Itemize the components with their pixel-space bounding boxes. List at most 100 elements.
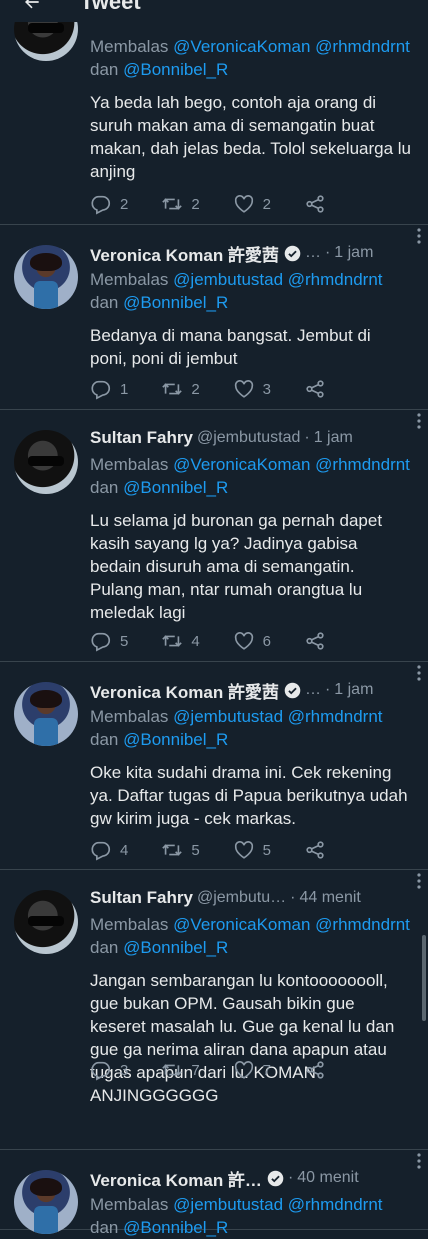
share-button[interactable] — [304, 193, 370, 215]
replying-to: Membalas @jembutustad @rhmdndrnt dan @Bo… — [90, 705, 412, 751]
like-icon — [234, 1061, 253, 1079]
mention-link[interactable]: @rhmdndrnt — [315, 37, 410, 56]
avatar[interactable] — [14, 430, 78, 494]
author-row: Veronica Koman 許… · 40 menit — [90, 1165, 412, 1191]
hair-graphic — [30, 690, 62, 708]
retweet-button[interactable]: 2 — [161, 378, 227, 400]
mention-link[interactable]: @Bonnibel_R — [123, 730, 228, 749]
and-word: dan — [90, 938, 119, 957]
tweet-content: Membalas @VeronicaKoman @rhmdndrnt dan @… — [90, 33, 412, 183]
retweet-icon — [162, 1064, 183, 1076]
author-name[interactable]: Veronica Koman 許… — [90, 1166, 262, 1191]
tweet-text: Oke kita sudahi drama ini. Cek rekening … — [90, 763, 408, 828]
retweet-button[interactable]: 4 — [161, 630, 227, 652]
author-handle[interactable]: @jembutu… — [197, 889, 286, 907]
tweet[interactable]: Sultan Fahry @jembutu… · 44 menit Membalas @… — [0, 870, 428, 1150]
reply-button[interactable]: 4 — [90, 839, 156, 861]
tweet[interactable]: Veronica Koman 許愛茜 … · 1 jam Membalas @jembu… — [0, 225, 428, 410]
author-name[interactable]: Sultan Fahry — [90, 888, 193, 908]
mention-link[interactable]: @Bonnibel_R — [123, 478, 228, 497]
mention-link[interactable]: @rhmdndrnt — [315, 915, 410, 934]
avatar[interactable] — [14, 890, 78, 954]
and-word: dan — [90, 60, 119, 79]
timestamp[interactable]: 1 jam — [314, 429, 353, 447]
author-handle[interactable]: @jembutustad — [197, 429, 300, 447]
like-icon — [234, 632, 253, 650]
verified-badge-icon — [284, 245, 301, 261]
retweet-button[interactable]: 7 — [161, 1059, 227, 1081]
reply-button[interactable]: 2 — [90, 193, 156, 215]
retweet-count: 2 — [191, 380, 200, 398]
separator-dot: · — [324, 244, 331, 261]
mention-link[interactable]: @rhmdndrnt — [315, 455, 410, 474]
avatar[interactable] — [14, 1170, 78, 1234]
retweet-button[interactable]: 2 — [161, 193, 227, 215]
like-button[interactable]: 6 — [233, 630, 299, 652]
mention-link[interactable]: @VeronicaKoman — [173, 455, 310, 474]
author-name[interactable]: Sultan Fahry — [90, 428, 193, 448]
mention-link[interactable]: @Bonnibel_R — [123, 938, 228, 957]
timestamp[interactable]: 44 menit — [299, 889, 360, 907]
tweet[interactable]: Membalas @VeronicaKoman @rhmdndrnt dan @… — [0, 0, 428, 225]
timestamp[interactable]: 40 menit — [297, 1169, 358, 1187]
avatar[interactable] — [14, 682, 78, 746]
like-button[interactable]: 3 — [233, 378, 299, 400]
sunglasses-graphic — [28, 916, 64, 926]
mention-link[interactable]: @VeronicaKoman — [173, 37, 310, 56]
like-icon — [234, 380, 253, 398]
reply-button[interactable]: 3 — [90, 1059, 156, 1081]
mention-link[interactable]: @rhmdndrnt — [288, 707, 383, 726]
author-handle[interactable]: … — [305, 244, 321, 262]
mention-link[interactable]: @rhmdndrnt — [288, 1195, 383, 1214]
reply-button[interactable]: 5 — [90, 630, 156, 652]
tweet[interactable]: Veronica Koman 許愛茜 … · 1 jam Membalas @jembu… — [0, 662, 428, 870]
timestamp[interactable]: 1 jam — [334, 244, 373, 262]
top-bar: Tweet — [0, 0, 428, 22]
author-handle[interactable]: … — [305, 681, 321, 699]
retweet-count: 5 — [191, 841, 200, 859]
separator-dot: · — [287, 1169, 294, 1186]
mention-link[interactable]: @jembutustad — [173, 707, 283, 726]
like-count: 7 — [262, 1061, 271, 1079]
replying-label: Membalas — [90, 37, 169, 56]
tweet[interactable]: Sultan Fahry @jembutustad · 1 jam Membalas @… — [0, 410, 428, 662]
more-options-icon[interactable] — [416, 227, 422, 245]
more-options-icon[interactable] — [416, 412, 422, 430]
retweet-count: 2 — [191, 195, 200, 213]
avatar[interactable] — [14, 245, 78, 309]
reply-button[interactable]: 1 — [90, 378, 156, 400]
share-button[interactable] — [304, 378, 370, 400]
more-options-icon[interactable] — [416, 872, 422, 890]
retweet-count: 7 — [191, 1061, 200, 1079]
replying-to: Membalas @VeronicaKoman @rhmdndrnt dan @… — [90, 453, 412, 499]
share-button[interactable] — [304, 1059, 370, 1081]
like-button[interactable]: 5 — [233, 839, 299, 861]
scrollbar[interactable] — [422, 935, 426, 1021]
retweet-count: 4 — [191, 632, 200, 650]
and-word: dan — [90, 730, 119, 749]
retweet-button[interactable]: 5 — [161, 839, 227, 861]
mention-link[interactable]: @VeronicaKoman — [173, 915, 310, 934]
more-options-icon[interactable] — [416, 1152, 422, 1170]
mention-link[interactable]: @rhmdndrnt — [288, 270, 383, 289]
timestamp[interactable]: 1 jam — [334, 681, 373, 699]
mention-link[interactable]: @Bonnibel_R — [123, 293, 228, 312]
author-name[interactable]: Veronica Koman 許愛茜 — [90, 678, 279, 703]
mention-link[interactable]: @jembutustad — [173, 1195, 283, 1214]
back-arrow-icon[interactable] — [22, 0, 42, 12]
more-options-icon[interactable] — [416, 664, 422, 682]
mention-link[interactable]: @Bonnibel_R — [123, 1218, 228, 1237]
share-button[interactable] — [304, 630, 370, 652]
tweet[interactable]: Veronica Koman 許… · 40 menit Membalas @jemb… — [0, 1150, 428, 1237]
share-button[interactable] — [304, 839, 370, 861]
share-icon — [306, 841, 324, 859]
share-icon — [306, 632, 324, 650]
replying-to: Membalas @jembutustad @rhmdndrnt dan @Bo… — [90, 268, 412, 314]
mention-link[interactable]: @Bonnibel_R — [123, 60, 228, 79]
mention-link[interactable]: @jembutustad — [173, 270, 283, 289]
author-name[interactable]: Veronica Koman 許愛茜 — [90, 241, 279, 266]
like-count: 2 — [262, 195, 271, 213]
like-button[interactable]: 7 — [233, 1059, 299, 1081]
like-button[interactable]: 2 — [233, 193, 299, 215]
share-icon — [306, 1061, 324, 1079]
